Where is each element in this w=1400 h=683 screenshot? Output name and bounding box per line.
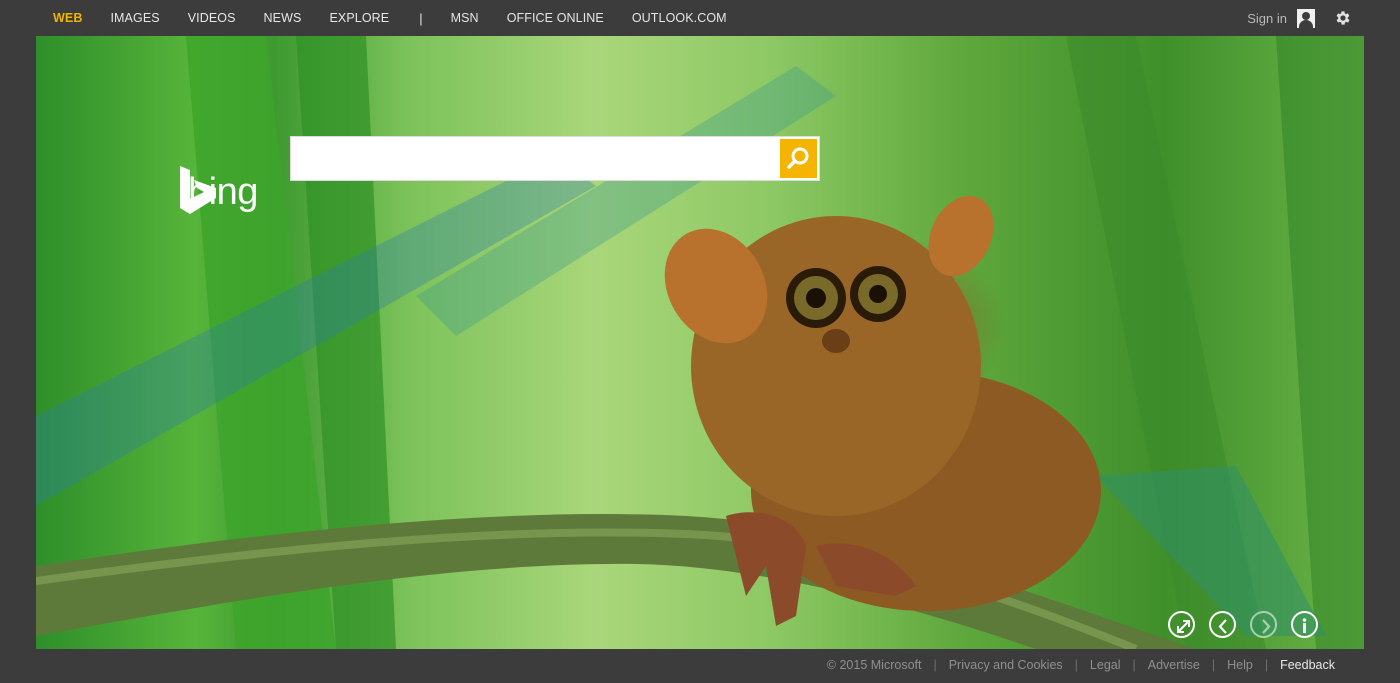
next-icon[interactable] — [1250, 611, 1277, 638]
user-icon[interactable] — [1297, 8, 1315, 28]
feedback-link[interactable]: Feedback — [1280, 658, 1335, 672]
footer-link-advertise[interactable]: Advertise — [1148, 658, 1200, 672]
info-icon[interactable] — [1291, 611, 1318, 638]
tarsier-photo — [36, 36, 1364, 649]
bing-logo-icon — [180, 166, 216, 214]
account-tools: Sign in — [1247, 0, 1352, 36]
nav-item-explore[interactable]: EXPLORE — [329, 11, 389, 25]
search-input[interactable] — [291, 137, 779, 180]
nav-item-news[interactable]: NEWS — [264, 11, 302, 25]
nav-separator: | — [419, 10, 423, 26]
footer-separator: | — [1211, 658, 1216, 672]
bing-logo[interactable]: bing — [178, 166, 258, 218]
nav-item-images[interactable]: IMAGES — [110, 11, 159, 25]
nav-item-web[interactable]: WEB — [53, 11, 82, 25]
footer-link-help[interactable]: Help — [1227, 658, 1253, 672]
footer-separator: | — [1074, 658, 1078, 672]
nav-item-office-online[interactable]: OFFICE ONLINE — [507, 11, 604, 25]
footer-link-privacy[interactable]: Privacy and Cookies — [949, 658, 1063, 672]
search-box — [290, 136, 820, 181]
fullscreen-icon[interactable] — [1168, 611, 1195, 638]
sign-in-link[interactable]: Sign in — [1247, 11, 1287, 26]
search-icon — [787, 147, 809, 169]
top-navigation-bar: WEB IMAGES VIDEOS NEWS EXPLORE | MSN OFF… — [0, 0, 1400, 36]
nav-links: WEB IMAGES VIDEOS NEWS EXPLORE | MSN OFF… — [40, 0, 755, 36]
search-button[interactable] — [780, 139, 817, 178]
footer-separator: | — [1264, 658, 1269, 672]
footer-link-legal[interactable]: Legal — [1090, 658, 1121, 672]
hero-background-image: bing — [36, 36, 1364, 649]
copyright-text: © 2015 Microsoft — [826, 658, 922, 672]
gear-icon[interactable] — [1334, 9, 1352, 27]
previous-icon[interactable] — [1209, 611, 1236, 638]
nav-item-msn[interactable]: MSN — [451, 11, 479, 25]
footer: © 2015 Microsoft | Privacy and Cookies |… — [827, 655, 1335, 675]
footer-separator: | — [933, 658, 937, 672]
nav-item-videos[interactable]: VIDEOS — [188, 11, 236, 25]
footer-separator: | — [1132, 658, 1136, 672]
nav-item-outlook[interactable]: OUTLOOK.COM — [632, 11, 727, 25]
